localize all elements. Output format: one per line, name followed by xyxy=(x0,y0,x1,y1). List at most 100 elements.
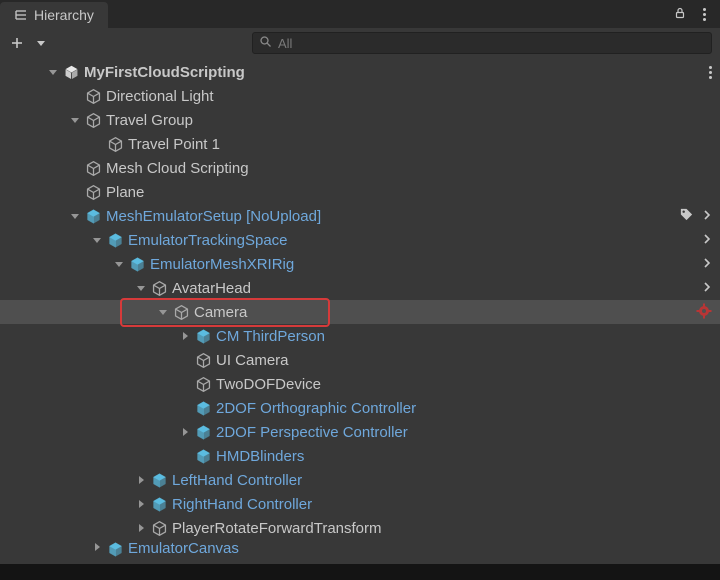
expand-arrow-icon[interactable] xyxy=(134,281,148,295)
gameobject-cube-icon xyxy=(84,159,102,177)
gameobject-cube-icon xyxy=(84,87,102,105)
hierarchy-row[interactable]: 2DOF Orthographic Controller xyxy=(0,396,720,420)
hierarchy-row-selected[interactable]: Camera xyxy=(0,300,720,324)
hierarchy-item-label: Plane xyxy=(106,184,144,201)
expand-arrow-icon[interactable] xyxy=(178,425,192,439)
hierarchy-row[interactable]: MeshEmulatorSetup [NoUpload] xyxy=(0,204,720,228)
hierarchy-row[interactable]: UI Camera xyxy=(0,348,720,372)
hierarchy-row[interactable]: AvatarHead xyxy=(0,276,720,300)
bottom-edge xyxy=(0,564,720,580)
hierarchy-row[interactable]: CM ThirdPerson xyxy=(0,324,720,348)
hierarchy-item-label: HMDBlinders xyxy=(216,448,304,465)
row-trailing xyxy=(679,207,712,225)
context-menu-icon[interactable] xyxy=(709,66,712,79)
chevron-right-icon[interactable] xyxy=(702,256,712,273)
gameobject-cube-icon xyxy=(84,111,102,129)
hierarchy-row[interactable]: EmulatorMeshXRIRig xyxy=(0,252,720,276)
tab-hierarchy[interactable]: Hierarchy xyxy=(0,2,108,28)
search-input[interactable] xyxy=(278,36,705,51)
chevron-right-icon[interactable] xyxy=(702,232,712,249)
expand-arrow-icon[interactable] xyxy=(178,329,192,343)
hierarchy-item-label: CM ThirdPerson xyxy=(216,328,325,345)
expand-arrow-icon[interactable] xyxy=(156,305,170,319)
prefab-cube-icon xyxy=(194,327,212,345)
prefab-cube-icon xyxy=(106,540,124,558)
prefab-cube-icon xyxy=(106,231,124,249)
gameobject-cube-icon xyxy=(106,135,124,153)
hierarchy-row[interactable]: Mesh Cloud Scripting xyxy=(0,156,720,180)
expand-arrow-icon[interactable] xyxy=(68,113,82,127)
hierarchy-item-label: MyFirstCloudScripting xyxy=(84,64,245,81)
panel-menu-icon[interactable] xyxy=(703,8,706,21)
hierarchy-item-label: Directional Light xyxy=(106,88,214,105)
hierarchy-item-label: TwoDOFDevice xyxy=(216,376,321,393)
expand-arrow-icon[interactable] xyxy=(112,257,126,271)
hierarchy-row[interactable]: HMDBlinders xyxy=(0,444,720,468)
hierarchy-row[interactable]: EmulatorTrackingSpace xyxy=(0,228,720,252)
row-trailing xyxy=(702,232,712,249)
search-icon xyxy=(259,35,272,51)
hierarchy-item-label: EmulatorTrackingSpace xyxy=(128,232,288,249)
hierarchy-row[interactable]: Travel Group xyxy=(0,108,720,132)
hierarchy-row[interactable]: LeftHand Controller xyxy=(0,468,720,492)
hierarchy-row[interactable]: 2DOF Perspective Controller xyxy=(0,420,720,444)
chevron-right-icon[interactable] xyxy=(702,208,712,225)
unity-logo-icon xyxy=(62,63,80,81)
hierarchy-item-label: UI Camera xyxy=(216,352,289,369)
gameobject-cube-icon xyxy=(194,351,212,369)
expand-arrow-icon[interactable] xyxy=(134,521,148,535)
hierarchy-icon xyxy=(14,8,28,22)
lock-icon[interactable] xyxy=(673,6,687,23)
hierarchy-row[interactable]: PlayerRotateForwardTransform xyxy=(0,516,720,540)
hierarchy-tree[interactable]: MyFirstCloudScripting Directional Light Tr… xyxy=(0,58,720,580)
toolbar xyxy=(0,28,720,58)
prefab-cube-icon xyxy=(194,423,212,441)
prefab-cube-icon xyxy=(194,399,212,417)
gameobject-cube-icon xyxy=(150,279,168,297)
hierarchy-row[interactable]: MyFirstCloudScripting xyxy=(0,60,720,84)
hierarchy-row[interactable]: TwoDOFDevice xyxy=(0,372,720,396)
gameobject-cube-icon xyxy=(150,519,168,537)
search-field[interactable] xyxy=(252,32,712,54)
hierarchy-row[interactable]: Travel Point 1 xyxy=(0,132,720,156)
create-dropdown[interactable] xyxy=(30,32,52,54)
hierarchy-item-label: Travel Group xyxy=(106,112,193,129)
prefab-cube-icon xyxy=(84,207,102,225)
row-trailing xyxy=(696,303,712,322)
expand-arrow-icon[interactable] xyxy=(134,497,148,511)
hierarchy-item-label: EmulatorCanvas xyxy=(128,540,239,557)
hierarchy-item-label: EmulatorMeshXRIRig xyxy=(150,256,294,273)
chevron-right-icon[interactable] xyxy=(702,280,712,297)
hierarchy-item-label: Travel Point 1 xyxy=(128,136,220,153)
hierarchy-item-label: AvatarHead xyxy=(172,280,251,297)
create-button[interactable] xyxy=(6,32,28,54)
hierarchy-item-label: RightHand Controller xyxy=(172,496,312,513)
prefab-cube-icon xyxy=(128,255,146,273)
prefab-cube-icon xyxy=(150,471,168,489)
hierarchy-row[interactable]: EmulatorCanvas xyxy=(0,540,720,558)
gameobject-cube-icon xyxy=(84,183,102,201)
hierarchy-item-label: PlayerRotateForwardTransform xyxy=(172,520,382,537)
hierarchy-item-label: 2DOF Orthographic Controller xyxy=(216,400,416,417)
hierarchy-item-label: MeshEmulatorSetup [NoUpload] xyxy=(106,208,321,225)
hierarchy-row[interactable]: RightHand Controller xyxy=(0,492,720,516)
row-trailing xyxy=(702,256,712,273)
hierarchy-item-label: Camera xyxy=(194,304,247,321)
row-trailing xyxy=(709,66,712,79)
hierarchy-item-label: 2DOF Perspective Controller xyxy=(216,424,408,441)
expand-arrow-icon[interactable] xyxy=(90,540,104,554)
gear-icon[interactable] xyxy=(696,303,712,322)
expand-arrow-icon[interactable] xyxy=(68,209,82,223)
tab-title: Hierarchy xyxy=(34,7,94,23)
prefab-cube-icon xyxy=(194,447,212,465)
expand-arrow-icon[interactable] xyxy=(46,65,60,79)
prefab-cube-icon xyxy=(150,495,168,513)
expand-arrow-icon[interactable] xyxy=(134,473,148,487)
hierarchy-row[interactable]: Directional Light xyxy=(0,84,720,108)
hierarchy-row[interactable]: Plane xyxy=(0,180,720,204)
hierarchy-item-label: Mesh Cloud Scripting xyxy=(106,160,249,177)
gameobject-cube-icon xyxy=(194,375,212,393)
row-trailing xyxy=(702,280,712,297)
hierarchy-item-label: LeftHand Controller xyxy=(172,472,302,489)
expand-arrow-icon[interactable] xyxy=(90,233,104,247)
